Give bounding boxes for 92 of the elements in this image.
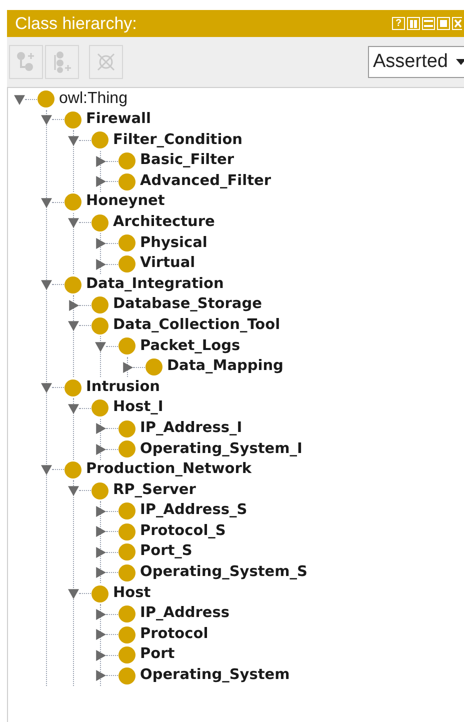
- class-icon: [64, 110, 82, 129]
- expand-arrow-icon[interactable]: [95, 444, 106, 455]
- class-label[interactable]: Operating_System_S: [140, 562, 308, 584]
- class-icon: [118, 152, 136, 170]
- class-icon: [37, 90, 55, 108]
- caret-icon: [456, 59, 464, 65]
- class-label[interactable]: Port_S: [140, 541, 192, 564]
- class-label[interactable]: Operating_System: [140, 665, 290, 687]
- class-label[interactable]: Virtual: [140, 253, 196, 275]
- class-label[interactable]: IP_Address_I: [140, 418, 242, 440]
- class-icon: [118, 420, 136, 438]
- expand-arrow-icon[interactable]: [95, 650, 106, 661]
- collapse-arrow-icon[interactable]: [68, 588, 79, 600]
- class-label[interactable]: Packet_Logs: [140, 336, 240, 358]
- collapse-arrow-icon[interactable]: [41, 196, 52, 208]
- class-label[interactable]: Data_Integration: [86, 274, 224, 296]
- view-dropdown[interactable]: Asserted: [368, 46, 464, 78]
- class-icon: [118, 564, 136, 582]
- class-icon: [118, 440, 136, 458]
- expand-arrow-icon[interactable]: [95, 238, 106, 249]
- expand-arrow-icon[interactable]: [95, 506, 106, 517]
- expand-arrow-icon[interactable]: [95, 423, 106, 434]
- class-icon: [118, 234, 136, 252]
- expand-arrow-icon[interactable]: [95, 546, 106, 558]
- class-label[interactable]: Architecture: [113, 212, 215, 234]
- expand-arrow-icon[interactable]: [95, 608, 106, 620]
- class-icon: [118, 522, 136, 541]
- add-subclass-icon: [15, 51, 37, 73]
- panel-title: Class hierarchy:: [15, 12, 138, 35]
- class-icon: [118, 605, 136, 624]
- delete-icon: [95, 51, 117, 73]
- collapse-arrow-icon[interactable]: [41, 382, 52, 394]
- class-label[interactable]: Basic_Filter: [140, 150, 234, 172]
- collapse-arrow-icon[interactable]: [68, 485, 79, 496]
- class-icon: [145, 358, 163, 376]
- class-icon: [118, 626, 136, 644]
- class-icon: [91, 584, 109, 603]
- expand-arrow-icon[interactable]: [95, 156, 106, 167]
- class-label[interactable]: Production_Network: [86, 459, 252, 481]
- class-icon: [91, 214, 109, 232]
- class-label[interactable]: Data_Mapping: [167, 356, 284, 378]
- expand-arrow-icon[interactable]: [122, 362, 133, 373]
- class-label[interactable]: IP_Address: [140, 603, 230, 626]
- class-icon: [118, 646, 136, 664]
- expand-arrow-icon[interactable]: [95, 629, 106, 640]
- class-icon: [118, 337, 136, 356]
- class-icon: [91, 482, 109, 500]
- class-icon: [118, 543, 136, 562]
- class-icon: [118, 172, 136, 191]
- class-label[interactable]: Advanced_Filter: [140, 170, 271, 193]
- collapse-arrow-icon[interactable]: [41, 114, 52, 126]
- class-icon: [118, 255, 136, 274]
- collapse-arrow-icon[interactable]: [68, 217, 79, 228]
- class-label[interactable]: Protocol_S: [140, 520, 226, 543]
- class-label[interactable]: owl:Thing: [59, 87, 128, 112]
- class-icon: [64, 460, 82, 479]
- class-icon: [64, 193, 82, 212]
- expand-arrow-icon[interactable]: [95, 670, 106, 682]
- class-label[interactable]: Operating_System_I: [140, 438, 302, 460]
- class-label[interactable]: Host: [113, 582, 151, 604]
- class-label[interactable]: Intrusion: [86, 376, 160, 398]
- class-label[interactable]: Port: [140, 644, 175, 666]
- class-label[interactable]: Physical: [140, 232, 208, 254]
- class-label[interactable]: Data_Collection_Tool: [113, 314, 280, 337]
- class-label[interactable]: Database_Storage: [113, 294, 262, 316]
- expand-arrow-icon[interactable]: [95, 567, 106, 578]
- collapse-arrow-icon[interactable]: [68, 402, 79, 414]
- class-icon: [91, 399, 109, 418]
- collapse-arrow-icon[interactable]: [68, 134, 79, 146]
- class-label[interactable]: Firewall: [86, 109, 151, 131]
- collapse-arrow-icon[interactable]: [41, 464, 52, 476]
- collapse-arrow-icon[interactable]: [41, 279, 52, 290]
- collapse-arrow-icon[interactable]: [95, 340, 106, 352]
- class-label[interactable]: IP_Address_S: [140, 500, 248, 522]
- class-icon: [118, 502, 136, 520]
- class-label[interactable]: Host_I: [113, 397, 164, 420]
- collapse-arrow-icon[interactable]: [68, 320, 79, 332]
- class-icon: [91, 131, 109, 150]
- collapse-arrow-icon[interactable]: [14, 94, 25, 105]
- class-icon: [91, 296, 109, 314]
- expand-arrow-icon[interactable]: [95, 176, 106, 188]
- class-label[interactable]: Filter_Condition: [113, 130, 242, 152]
- class-icon: [64, 378, 82, 397]
- class-label[interactable]: Honeynet: [86, 191, 165, 214]
- expand-arrow-icon[interactable]: [95, 526, 106, 538]
- expand-arrow-icon[interactable]: [95, 258, 106, 270]
- expand-arrow-icon[interactable]: [68, 300, 79, 311]
- class-label[interactable]: RP_Server: [113, 480, 196, 502]
- class-icon: [118, 666, 136, 685]
- class-label[interactable]: Protocol: [140, 624, 208, 646]
- class-icon: [64, 276, 82, 294]
- class-icon: [91, 316, 109, 335]
